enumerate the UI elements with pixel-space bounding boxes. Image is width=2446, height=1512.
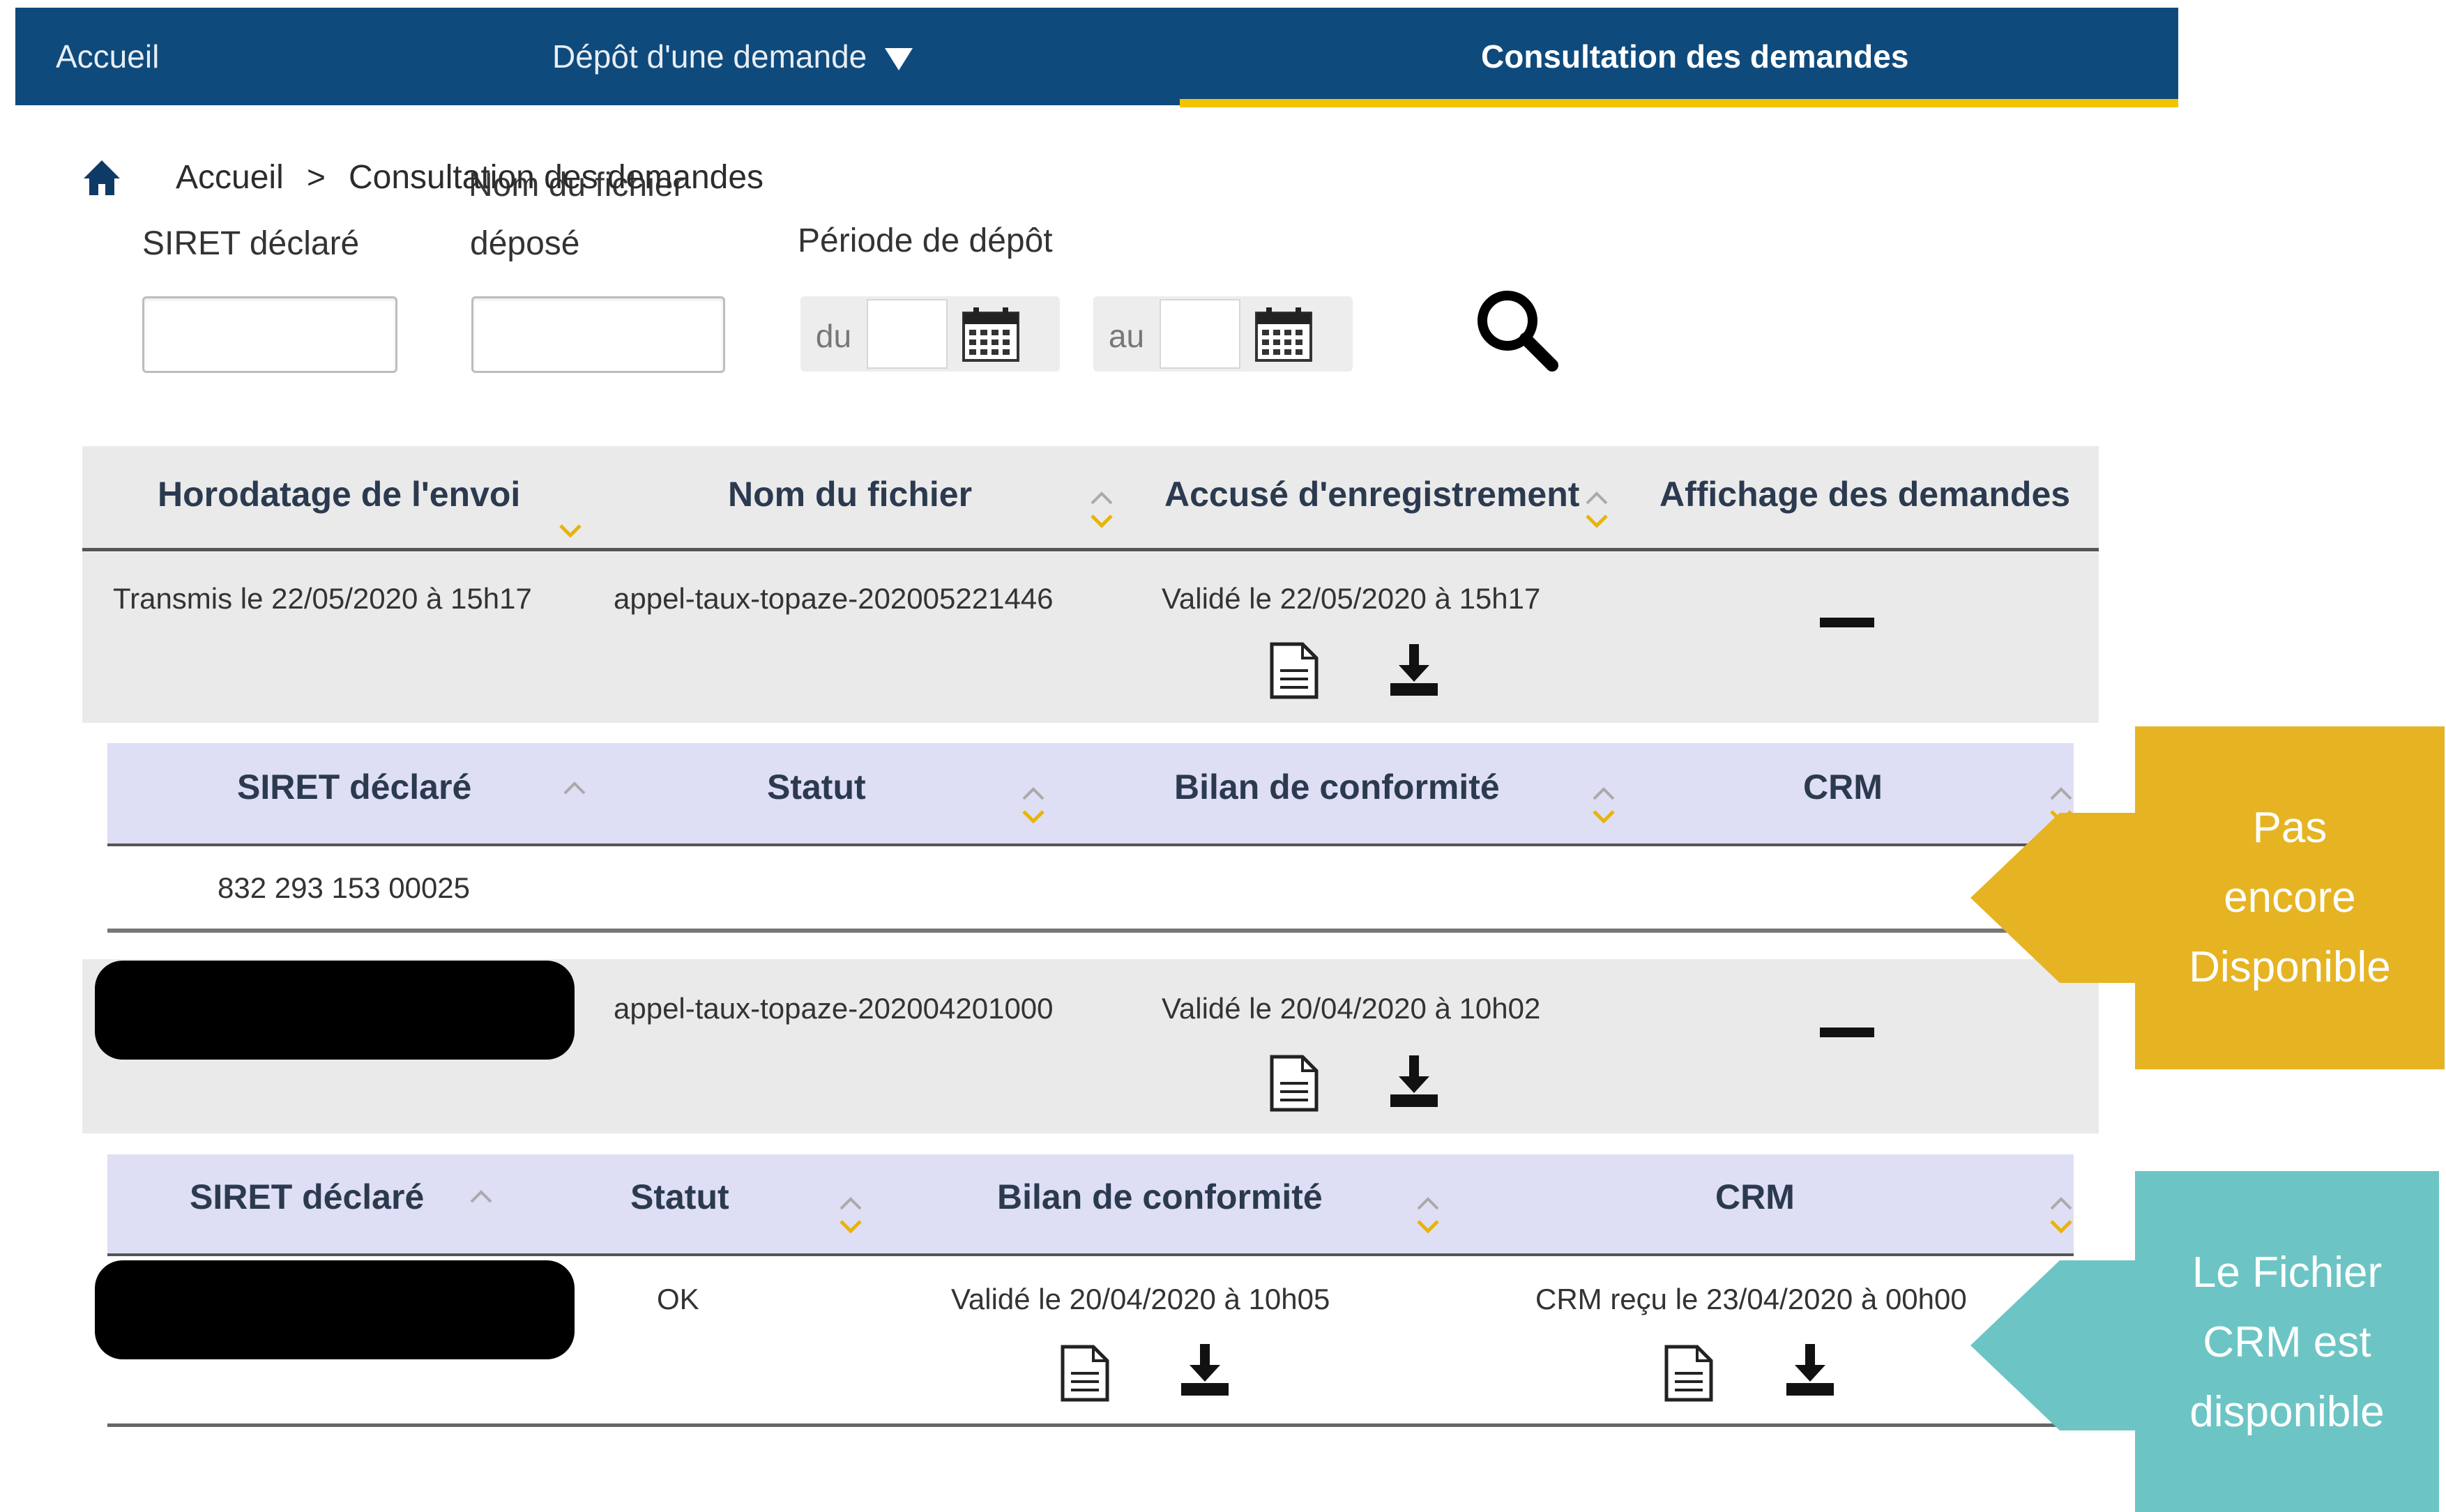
date-from-group: du (800, 296, 1060, 372)
date-to-group: au (1093, 296, 1353, 372)
header-divider (82, 548, 2099, 551)
redacted-timestamp (95, 961, 575, 1060)
sub-header-siret[interactable]: SIRET déclaré (237, 767, 471, 807)
callout-line: Pas (2252, 804, 2327, 852)
date-to-label: au (1108, 318, 1145, 354)
row-receipt: Validé le 20/04/2020 à 10h02 (1162, 992, 1541, 1025)
sub-row-divider (107, 929, 2074, 933)
sub-row-compliance: Validé le 20/04/2020 à 10h05 (951, 1283, 1330, 1315)
siret-filter-input[interactable] (142, 296, 397, 373)
sub-row-divider (107, 1423, 2074, 1427)
sort-both-icon[interactable] (1590, 784, 1618, 827)
callout-line: Le Fichier (2191, 1248, 2383, 1297)
caret-down-icon (885, 48, 913, 70)
no-display-dash (1820, 1028, 1874, 1037)
download-icon[interactable] (1388, 1054, 1441, 1110)
breadcrumb-home-link[interactable]: Accueil (176, 158, 284, 197)
callout-not-available-text: Pas encore Disponible (2135, 793, 2445, 1002)
sort-both-icon[interactable] (1583, 488, 1611, 531)
callout-not-available: Pas encore Disponible (1970, 726, 2446, 1069)
sub-header-status[interactable]: Statut (630, 1177, 729, 1217)
search-icon[interactable] (1473, 286, 1559, 372)
download-icon[interactable] (1178, 1343, 1231, 1398)
sub-row-siret: 832 293 153 00025 (218, 871, 471, 904)
document-icon[interactable] (1060, 1344, 1110, 1403)
sort-both-icon[interactable] (1414, 1193, 1442, 1237)
sub-header-compliance[interactable]: Bilan de conformité (997, 1177, 1323, 1217)
header-receipt[interactable]: Accusé d'enregistrement (1164, 474, 1579, 514)
sub-header-crm[interactable]: CRM (1715, 1177, 1795, 1217)
callout-line: CRM est (2203, 1318, 2371, 1366)
callout-line: encore (2224, 873, 2356, 922)
filename-filter-label-line1: Nom du fichier (469, 167, 685, 204)
period-filter-label: Période de dépôt (798, 222, 1053, 259)
date-from-label: du (815, 318, 852, 354)
date-to-input[interactable] (1160, 299, 1240, 369)
nav-depot-dropdown[interactable]: Dépôt d'une demande (552, 8, 913, 105)
table-row (82, 552, 2099, 723)
row-filename: appel-taux-topaze-202004201000 (614, 992, 1054, 1025)
sort-desc-icon[interactable] (556, 499, 584, 542)
document-icon[interactable] (1269, 1054, 1319, 1113)
nav-consultation-link[interactable]: Consultation des demandes (1481, 8, 1908, 105)
header-timestamp[interactable]: Horodatage de l'envoi (158, 474, 520, 514)
row-filename: appel-taux-topaze-202005221446 (614, 582, 1054, 615)
calendar-icon[interactable] (961, 306, 1021, 363)
sub-header-compliance[interactable]: Bilan de conformité (1174, 767, 1500, 807)
no-display-dash (1820, 618, 1874, 627)
download-icon[interactable] (1784, 1343, 1837, 1398)
breadcrumb-separator: > (307, 159, 326, 195)
download-icon[interactable] (1388, 643, 1441, 698)
filename-filter-input[interactable] (471, 296, 725, 373)
sort-both-icon[interactable] (837, 1193, 865, 1237)
redacted-siret (95, 1260, 575, 1359)
sub-header-siret[interactable]: SIRET déclaré (190, 1177, 424, 1217)
sort-both-icon[interactable] (1019, 784, 1047, 827)
home-icon[interactable] (82, 159, 121, 197)
sub-header-crm[interactable]: CRM (1803, 767, 1883, 807)
nav-home-link[interactable]: Accueil (56, 8, 159, 105)
sub-header-status[interactable]: Statut (767, 767, 866, 807)
top-navigation-bar: Accueil Dépôt d'une demande Consultation… (15, 8, 2178, 107)
header-display: Affichage des demandes (1659, 475, 2071, 514)
sort-asc-icon[interactable] (561, 775, 588, 818)
row-receipt: Validé le 22/05/2020 à 15h17 (1162, 582, 1541, 615)
document-icon[interactable] (1664, 1344, 1714, 1403)
header-filename[interactable]: Nom du fichier (728, 474, 972, 514)
sub-row-status: OK (657, 1283, 699, 1315)
callout-available-text: Le Fichier CRM est disponible (2135, 1238, 2439, 1447)
callout-line: Disponible (2189, 943, 2391, 991)
sub-row-crm: CRM reçu le 23/04/2020 à 00h00 (1535, 1283, 1967, 1315)
date-from-input[interactable] (867, 299, 948, 369)
sub-header-divider (107, 843, 2074, 846)
sort-asc-icon[interactable] (467, 1184, 495, 1227)
siret-filter-label: SIRET déclaré (142, 225, 360, 262)
filename-filter-label-line2: déposé (470, 225, 580, 262)
row-timestamp: Transmis le 22/05/2020 à 15h17 (113, 582, 532, 615)
callout-line: disponible (2189, 1388, 2385, 1436)
active-tab-indicator (1180, 99, 2178, 107)
nav-depot-label: Dépôt d'une demande (552, 38, 867, 75)
callout-available: Le Fichier CRM est disponible (1970, 1171, 2446, 1512)
calendar-icon[interactable] (1254, 306, 1314, 363)
document-icon[interactable] (1269, 641, 1319, 700)
sort-both-icon[interactable] (1088, 488, 1116, 531)
sub-header-divider (107, 1253, 2074, 1256)
